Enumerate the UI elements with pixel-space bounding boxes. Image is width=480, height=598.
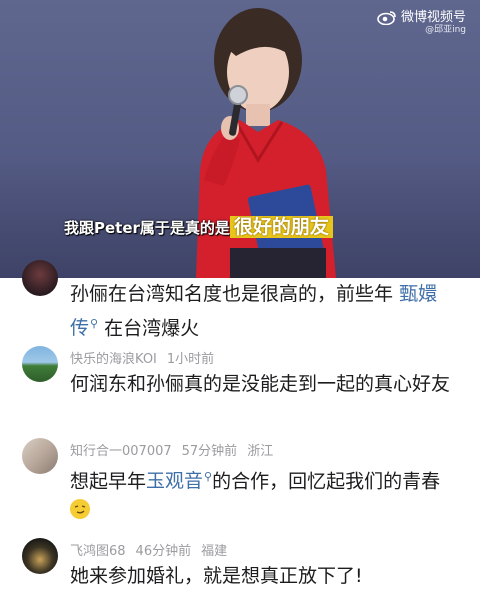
watermark-handle: @邱亚ing bbox=[425, 25, 466, 35]
comment-time: 46分钟前 bbox=[135, 544, 192, 559]
hashtag-link-label: 玉观音 bbox=[146, 470, 204, 493]
avatar[interactable] bbox=[22, 346, 58, 382]
video-frame[interactable]: 微博视频号 @邱亚ing 我跟Peter属于是真的是 很好的朋友 bbox=[0, 0, 480, 278]
comment-text-part: 的合作，回忆起我们的青春 bbox=[212, 470, 441, 493]
comment-time: 1小时前 bbox=[166, 352, 215, 367]
comment-item: 快乐的海浪KOI 1小时前 何润东和孙俪真的是没能走到一起的真心好友 bbox=[0, 344, 480, 432]
comment-meta: 飞鸿图68 46分钟前 福建 bbox=[70, 540, 237, 559]
comment-item: 知行合一007007 57分钟前 浙江 想起早年玉观音⚲的合作，回忆起我们的青春 bbox=[0, 436, 480, 528]
comment-text: 孙俪在台湾知名度也是很高的，前些年 甄嬛传⚲ 在台湾爆火 bbox=[70, 280, 450, 343]
comment-text: 她来参加婚礼，就是想真正放下了! bbox=[70, 565, 363, 587]
comment-text-part: 孙俪在台湾知名度也是很高的，前些年 bbox=[70, 283, 394, 305]
video-subtitle: 我跟Peter属于是真的是 很好的朋友 bbox=[64, 212, 333, 239]
comment-item: 孙俪在台湾知名度也是很高的，前些年 甄嬛传⚲ 在台湾爆火 bbox=[0, 260, 480, 339]
comment-text: 何润东和孙俪真的是没能走到一起的真心好友 bbox=[70, 373, 451, 395]
comment-meta: 知行合一007007 57分钟前 浙江 bbox=[70, 440, 283, 459]
search-icon: ⚲ bbox=[90, 317, 99, 330]
comment-time: 57分钟前 bbox=[181, 444, 238, 459]
avatar[interactable] bbox=[22, 260, 58, 296]
smirk-emoji-icon bbox=[70, 499, 90, 520]
weibo-watermark: 微博视频号 @邱亚ing bbox=[377, 10, 466, 36]
avatar[interactable] bbox=[22, 438, 58, 474]
comment-username[interactable]: 知行合一007007 bbox=[70, 444, 172, 459]
search-icon: ⚲ bbox=[204, 470, 213, 483]
subtitle-plain: 我跟Peter属于是真的是 bbox=[64, 219, 230, 237]
comment-text-part: 想起早年 bbox=[70, 470, 147, 493]
comment-username[interactable]: 飞鸿图68 bbox=[70, 544, 126, 559]
comment-location: 浙江 bbox=[247, 444, 274, 459]
subtitle-highlight: 很好的朋友 bbox=[229, 216, 333, 238]
weibo-logo-icon bbox=[377, 11, 396, 25]
comment-location: 福建 bbox=[201, 544, 228, 559]
comment-text-part: 在台湾爆火 bbox=[104, 317, 200, 340]
watermark-brand: 微博视频号 bbox=[400, 10, 466, 25]
avatar[interactable] bbox=[22, 538, 58, 574]
comment-username[interactable]: 快乐的海浪KOI bbox=[70, 352, 157, 367]
comment-item: 飞鸿图68 46分钟前 福建 她来参加婚礼，就是想真正放下了! bbox=[0, 536, 480, 598]
comment-text: 想起早年玉观音⚲的合作，回忆起我们的青春 bbox=[70, 462, 450, 525]
comment-meta: 快乐的海浪KOI 1小时前 bbox=[70, 348, 224, 367]
hashtag-link[interactable]: 玉观音⚲ bbox=[146, 470, 212, 492]
